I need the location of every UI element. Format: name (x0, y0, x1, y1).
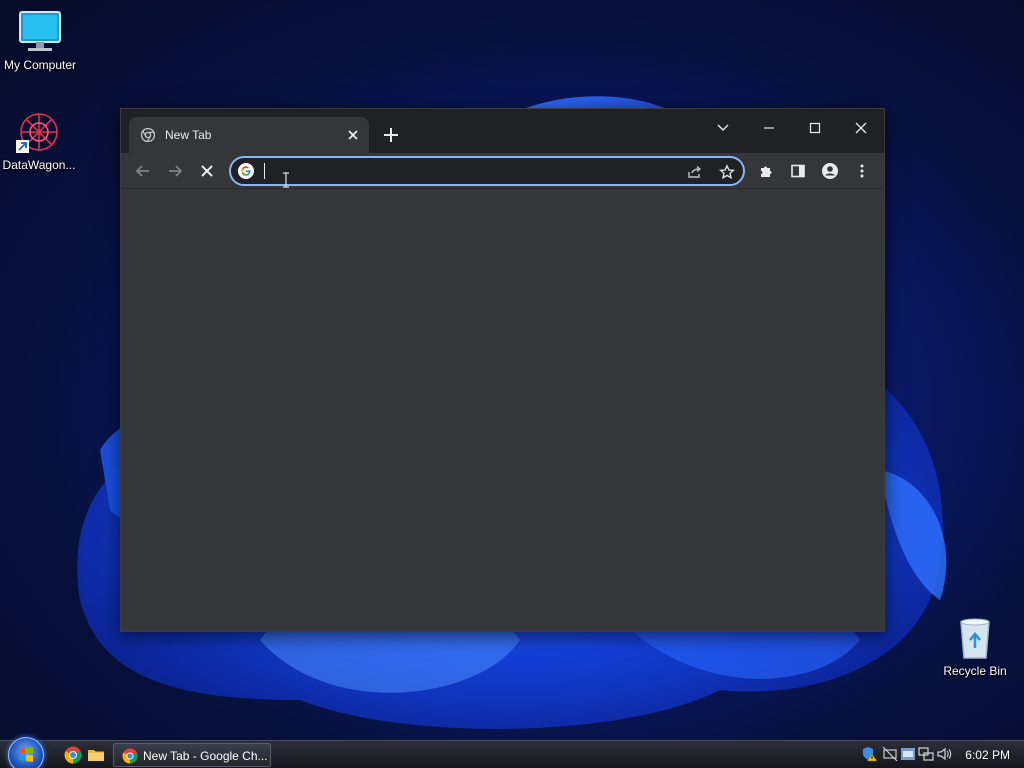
minimize-icon (764, 127, 774, 129)
profile-button[interactable] (816, 157, 844, 185)
profile-icon (822, 163, 838, 179)
chrome-icon (122, 748, 138, 764)
title-bar[interactable]: New Tab (121, 109, 884, 153)
side-panel-button[interactable] (784, 157, 812, 185)
extensions-icon (761, 166, 772, 177)
recycle-bin-icon (951, 614, 999, 662)
volume-icon[interactable] (936, 746, 952, 762)
network-muted-icon[interactable] (882, 746, 898, 762)
new-tab-button[interactable] (379, 123, 403, 147)
more-menu-button[interactable] (848, 157, 876, 185)
plus-icon (384, 128, 398, 142)
tab-title: New Tab (165, 128, 212, 142)
monitor-icon (16, 8, 64, 56)
taskbar: New Tab - Google Ch... 6:02 PM (0, 737, 1024, 768)
chrome-window: New Tab (120, 108, 885, 632)
tab-search-button[interactable] (700, 113, 746, 143)
close-icon (855, 122, 867, 134)
taskbar-button-label: New Tab - Google Ch... (143, 749, 268, 763)
network-icon[interactable] (918, 746, 934, 762)
desktop-icon-my-computer[interactable]: My Computer (0, 8, 80, 72)
stop-loading-button[interactable] (193, 157, 221, 185)
address-bar[interactable] (229, 156, 745, 186)
minimize-button[interactable] (746, 113, 792, 143)
maximize-icon (809, 122, 821, 134)
security-shield-icon[interactable] (862, 746, 878, 762)
keyboard-layout-icon[interactable] (900, 746, 916, 762)
chrome-favicon-icon (140, 127, 156, 143)
more-menu-icon (860, 164, 864, 178)
system-tray: 6:02 PM (858, 741, 1024, 768)
extensions-button[interactable] (752, 157, 780, 185)
back-arrow-icon (135, 165, 149, 177)
desktop-icon-label: Recycle Bin (943, 664, 1007, 678)
browser-toolbar (121, 153, 884, 189)
share-icon (688, 165, 702, 178)
taskbar-chrome-window-button[interactable]: New Tab - Google Ch... (113, 743, 271, 767)
datawagon-app-icon (15, 108, 63, 156)
chrome-quicklaunch-icon[interactable] (64, 746, 82, 764)
desktop-icon-label: My Computer (3, 58, 77, 72)
page-content[interactable] (121, 189, 884, 631)
side-panel-icon (791, 164, 805, 178)
share-button[interactable] (684, 161, 706, 183)
stop-icon (201, 165, 213, 177)
forward-arrow-icon (169, 165, 183, 177)
close-window-button[interactable] (838, 113, 884, 143)
desktop-icon-recycle-bin[interactable]: Recycle Bin (935, 614, 1015, 678)
star-icon (719, 164, 735, 180)
forward-button[interactable] (161, 157, 189, 185)
close-tab-icon[interactable] (345, 127, 361, 143)
desktop-icon-datawagon[interactable]: DataWagon... (0, 108, 79, 172)
folder-quicklaunch-icon[interactable] (87, 746, 105, 764)
text-cursor-icon (281, 172, 291, 188)
google-icon (238, 163, 254, 179)
start-button[interactable] (8, 737, 44, 768)
address-input[interactable] (263, 161, 663, 181)
clock[interactable]: 6:02 PM (965, 748, 1010, 762)
desktop-icon-label: DataWagon... (2, 158, 76, 172)
maximize-button[interactable] (792, 113, 838, 143)
chevron-down-icon (717, 124, 729, 131)
tab-new-tab[interactable]: New Tab (129, 117, 369, 153)
windows-logo-icon (19, 747, 33, 762)
bookmark-star-button[interactable] (716, 161, 738, 183)
text-caret (264, 163, 265, 179)
back-button[interactable] (129, 157, 157, 185)
